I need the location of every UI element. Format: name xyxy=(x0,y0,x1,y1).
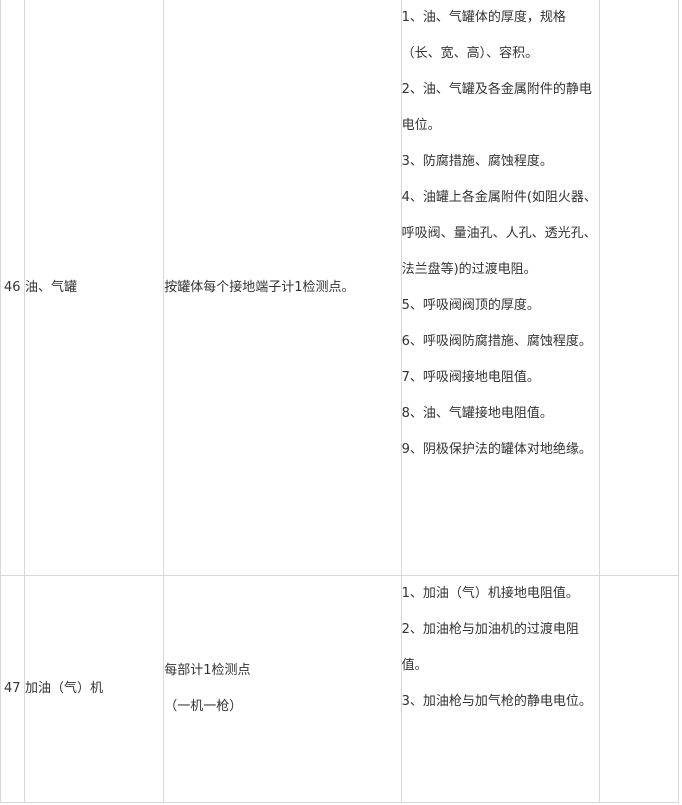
list-item: 5、呼吸阀阀顶的厚度。 xyxy=(401,298,540,313)
row-number: 46 xyxy=(0,0,26,576)
method-note: （一机一枪） xyxy=(164,699,243,714)
list-item: 3、加油枪与加气枪的静电电位。 xyxy=(401,694,592,709)
method-cell: 每部计1检测点 （一机一枪） xyxy=(163,575,402,803)
method-cell: 按罐体每个接地端子计1检测点。 xyxy=(163,0,402,576)
object-name: 加油（气）机 xyxy=(24,575,165,803)
items-cell: 1、加油（气）机接地电阻值。 2、加油枪与加油机的过渡电阻值。 3、加油枪与加气… xyxy=(400,575,600,803)
empty-cell xyxy=(598,575,680,803)
list-item: 4、油罐上各金属附件(如阻火器、呼吸阀、量油孔、人孔、透光孔、法兰盘等)的过渡电… xyxy=(401,190,597,277)
inspection-table: 46 油、气罐 按罐体每个接地端子计1检测点。 1、油、气罐体的厚度，规格（长、… xyxy=(0,0,680,803)
table-row: 47 加油（气）机 每部计1检测点 （一机一枪） 1、加油（气）机接地电阻值。 … xyxy=(0,575,680,803)
method-text: 按罐体每个接地端子计1检测点。 xyxy=(164,279,355,295)
items-cell: 1、油、气罐体的厚度，规格（长、宽、高）、容积。 2、油、气罐及各金属附件的静电… xyxy=(400,0,600,576)
list-item: 3、防腐措施、腐蚀程度。 xyxy=(401,154,553,169)
list-item: 8、油、气罐接地电阻值。 xyxy=(401,406,553,421)
list-item: 2、油、气罐及各金属附件的静电电位。 xyxy=(401,82,592,133)
table-row: 46 油、气罐 按罐体每个接地端子计1检测点。 1、油、气罐体的厚度，规格（长、… xyxy=(0,0,680,576)
list-item: 2、加油枪与加油机的过渡电阻值。 xyxy=(401,622,579,673)
empty-cell xyxy=(598,0,680,576)
list-item: 7、呼吸阀接地电阻值。 xyxy=(401,370,540,385)
method-text: 每部计1检测点 xyxy=(164,663,251,678)
list-item: 9、阴极保护法的罐体对地绝缘。 xyxy=(401,442,592,457)
row-number: 47 xyxy=(0,575,26,803)
list-item: 1、油、气罐体的厚度，规格（长、宽、高）、容积。 xyxy=(401,10,566,61)
list-item: 1、加油（气）机接地电阻值。 xyxy=(401,586,579,601)
object-name: 油、气罐 xyxy=(24,0,165,576)
list-item: 6、呼吸阀防腐措施、腐蚀程度。 xyxy=(401,334,592,349)
